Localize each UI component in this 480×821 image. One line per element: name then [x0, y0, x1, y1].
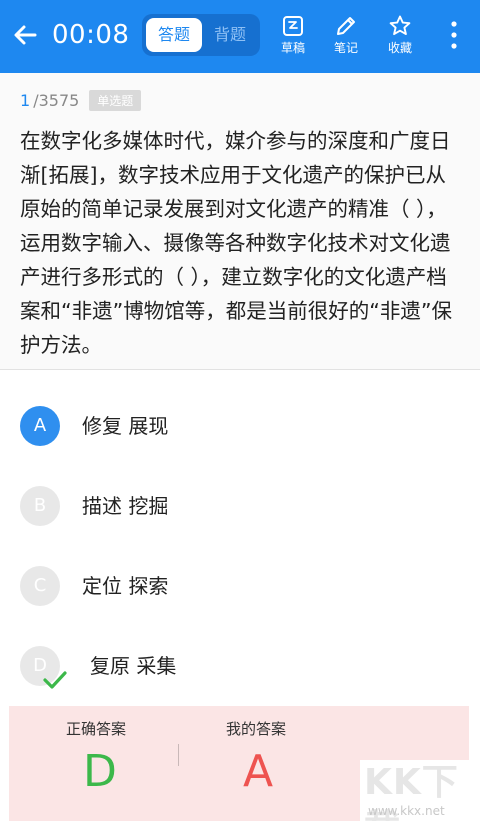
draft-label: 草稿 — [280, 41, 305, 55]
favorite-button[interactable]: 收藏 — [378, 10, 422, 66]
question-type-badge: 单选题 — [89, 89, 142, 111]
tab-memorize[interactable]: 背题 — [202, 18, 258, 52]
option-a-text: 修复 展现 — [82, 414, 169, 438]
correct-answer-label: 正确答案 — [66, 720, 127, 738]
divider — [0, 369, 480, 370]
star-icon — [389, 15, 411, 36]
option-b[interactable]: B 描述 挖掘 — [20, 486, 460, 530]
draft-button[interactable]: 草稿 — [271, 10, 315, 66]
answer-divider — [178, 744, 179, 766]
correct-check-icon — [43, 671, 67, 689]
tab-answer[interactable]: 答题 — [146, 18, 202, 52]
option-d-text: 复原 采集 — [90, 654, 177, 678]
option-a[interactable]: A 修复 展现 — [20, 406, 460, 450]
my-answer-value: A — [243, 746, 274, 797]
question-total: /3575 — [33, 90, 80, 110]
mode-switch: 答题 背题 — [142, 14, 260, 56]
note-label: 笔记 — [333, 41, 358, 55]
top-bar: 00:08 答题 背题 草稿 笔记 收藏 — [0, 0, 480, 73]
draft-icon — [283, 16, 303, 36]
my-answer-label: 我的答案 — [226, 720, 287, 738]
option-c-text: 定位 探索 — [82, 574, 169, 598]
more-vertical-icon[interactable] — [446, 18, 462, 52]
favorite-label: 收藏 — [387, 41, 412, 55]
option-c[interactable]: C 定位 探索 — [20, 566, 460, 610]
option-b-letter: B — [20, 486, 60, 526]
option-b-text: 描述 挖掘 — [82, 494, 169, 518]
pencil-icon — [337, 17, 355, 35]
back-arrow-icon[interactable] — [10, 20, 40, 50]
option-d[interactable]: D 复原 采集 — [20, 646, 460, 690]
watermark-url: www.kkx.net — [368, 804, 445, 818]
option-a-letter: A — [20, 406, 60, 446]
note-button[interactable]: 笔记 — [324, 10, 368, 66]
question-text: 在数字化多媒体时代，媒介参与的深度和广度日渐[拓展]，数字技术应用于文化遗产的保… — [20, 129, 452, 357]
option-c-letter: C — [20, 566, 60, 606]
question-header: 1 /3575 单选题 — [20, 88, 142, 112]
timer: 00:08 — [52, 20, 130, 50]
correct-answer-value: D — [83, 746, 117, 797]
question-number: 1 — [20, 90, 31, 110]
